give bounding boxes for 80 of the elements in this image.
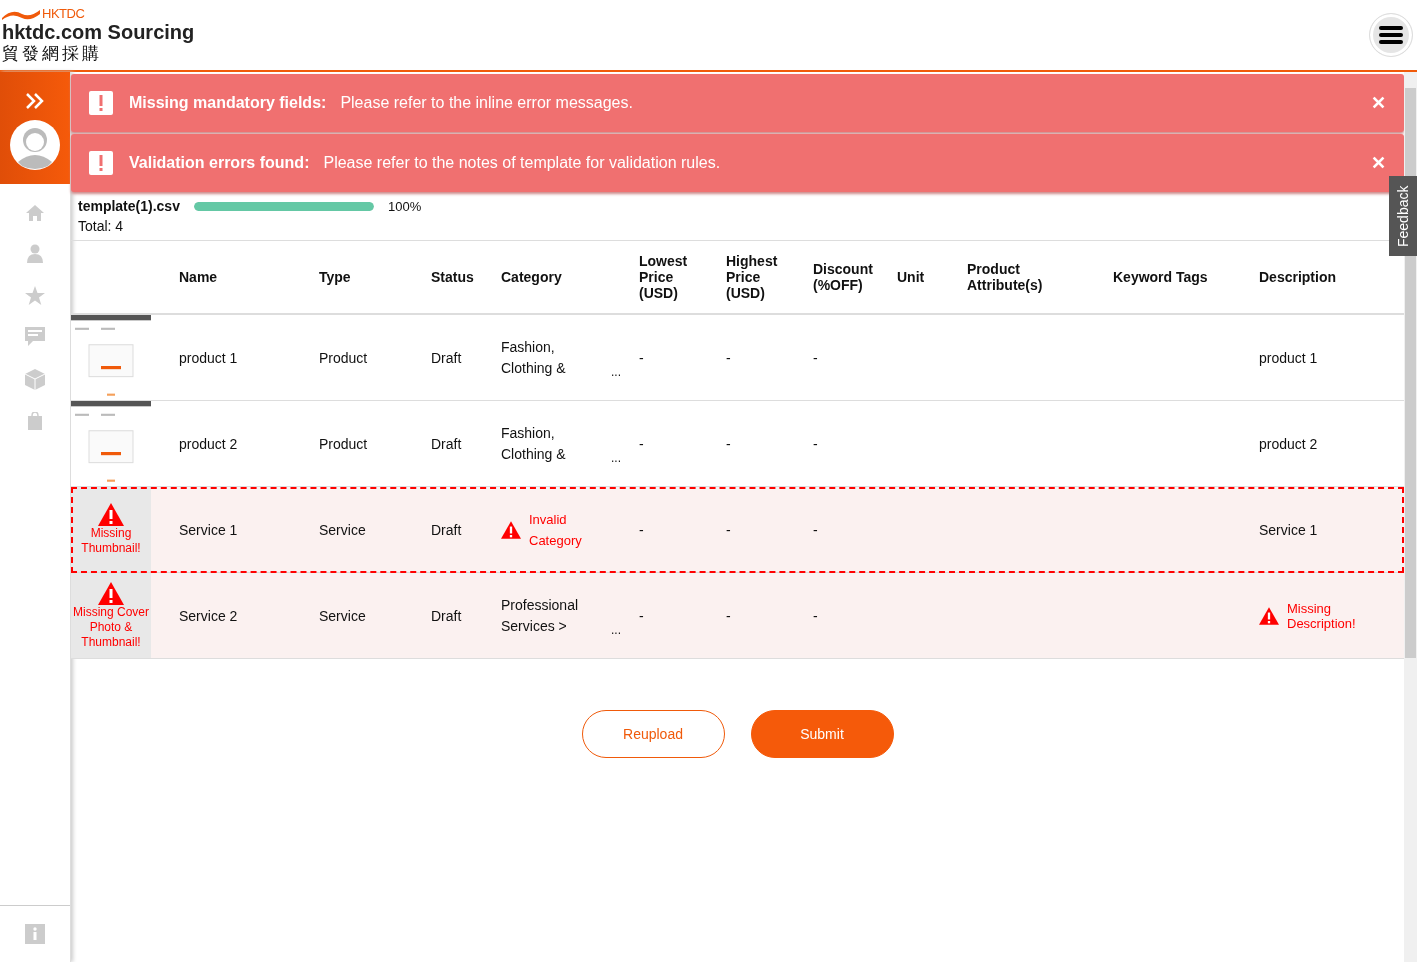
table-cell: product 2: [1259, 435, 1318, 452]
column-header: Highest Price (USD): [726, 253, 779, 301]
table-row[interactable]: Missing Cover Photo & Thumbnail! Service 2 Service Draft Professional Services > ... - - - Missing Description!: [71, 573, 1404, 659]
table-cell: product 1: [1259, 349, 1318, 366]
star-icon[interactable]: [25, 286, 45, 305]
table-cell: Service 1: [1259, 521, 1318, 538]
table-cell: Draft: [431, 607, 462, 624]
table-cell: Service: [319, 607, 366, 624]
progress-percent: 100%: [387, 198, 422, 214]
column-header: Category: [501, 269, 563, 285]
menu-icon[interactable]: [1379, 25, 1403, 45]
warning-icon: [98, 503, 124, 526]
warning-icon: [98, 581, 124, 605]
total-count: Total: 4: [78, 218, 125, 234]
more-indicator[interactable]: ...: [611, 364, 621, 379]
table-cell: -: [639, 521, 644, 538]
file-name: template(1).csv: [78, 198, 180, 214]
table-cell: -: [813, 521, 818, 538]
menu-button[interactable]: [1369, 13, 1413, 57]
warning-icon: [1259, 606, 1279, 625]
table-cell: -: [726, 349, 731, 366]
person-icon[interactable]: [27, 244, 43, 264]
table-cell: -: [813, 349, 818, 366]
table-cell: Service: [319, 521, 366, 538]
table-cell: -: [726, 521, 731, 538]
table-cell: -: [726, 435, 731, 452]
table-cell: -: [813, 435, 818, 452]
feedback-tab[interactable]: Feedback: [1389, 176, 1417, 256]
expand-icon[interactable]: [25, 92, 45, 110]
table-row[interactable]: Missing Thumbnail! Service 1 Service Draft Invalid Category - - - Service 1: [71, 487, 1404, 573]
cube-icon[interactable]: [25, 369, 45, 390]
table-cell: -: [639, 435, 644, 452]
column-header: Unit: [897, 269, 926, 285]
alert-title: Missing mandatory fields:: [129, 94, 327, 112]
more-indicator[interactable]: ...: [611, 622, 621, 637]
exclamation-icon: [89, 91, 113, 115]
alert-title: Validation errors found:: [129, 154, 310, 172]
chat-icon[interactable]: [25, 327, 45, 347]
table-cell: Service 2: [179, 607, 238, 624]
table-cell: Service 1: [179, 521, 238, 538]
table-cell-text: Fashion, Clothing &: [501, 423, 567, 464]
more-indicator[interactable]: ...: [611, 450, 621, 465]
table-cell: -: [813, 607, 818, 624]
home-icon[interactable]: [25, 204, 45, 222]
bag-icon[interactable]: [27, 412, 43, 430]
column-header: Keyword Tags: [1113, 269, 1209, 285]
info-icon[interactable]: [25, 924, 45, 944]
column-header: Product Attribute(s): [967, 261, 1044, 293]
column-header: Type: [319, 269, 352, 285]
column-header: Lowest Price (USD): [639, 253, 689, 301]
table-cell-text: Professional Services >: [501, 595, 580, 636]
exclamation-icon: [89, 151, 113, 175]
table-cell: Product: [319, 435, 368, 452]
table-cell: -: [639, 349, 644, 366]
table-cell-text: Fashion, Clothing &: [501, 337, 567, 378]
table-cell: Draft: [431, 349, 462, 366]
table-cell: Product: [319, 349, 368, 366]
warning-icon: [501, 520, 521, 539]
table-row[interactable]: product 1 Product Draft Fashion, Clothing & ... - - - product 1: [71, 315, 1404, 401]
table-cell: Draft: [431, 435, 462, 452]
column-header: Description: [1259, 269, 1337, 285]
alert-message: Please refer to the notes of template for validation rules.: [323, 154, 722, 172]
logo-wave-icon: [2, 8, 40, 20]
table-cell: -: [726, 607, 731, 624]
site-name[interactable]: hktdc.com Sourcing: [2, 20, 195, 44]
table-cell: product 1: [179, 349, 238, 366]
description-error: Missing Description!: [1287, 600, 1357, 631]
avatar-icon[interactable]: [10, 120, 60, 170]
category-error: Invalid Category: [529, 510, 583, 550]
thumbnail-error: Missing Thumbnail!: [80, 526, 142, 556]
column-header: Status: [431, 269, 475, 285]
table-cell: product 2: [179, 435, 238, 452]
thumbnail-error: Missing Cover Photo & Thumbnail!: [72, 604, 150, 650]
column-header: Name: [179, 269, 219, 285]
alert-message: Please refer to the inline error messages.: [340, 94, 634, 112]
column-header: Discount (%OFF): [813, 261, 874, 293]
site-name-chinese: 貿發網採購: [2, 44, 103, 64]
table-cell: Draft: [431, 521, 462, 538]
logo-mark: HKTDC: [42, 7, 85, 20]
table-cell: -: [639, 607, 644, 624]
